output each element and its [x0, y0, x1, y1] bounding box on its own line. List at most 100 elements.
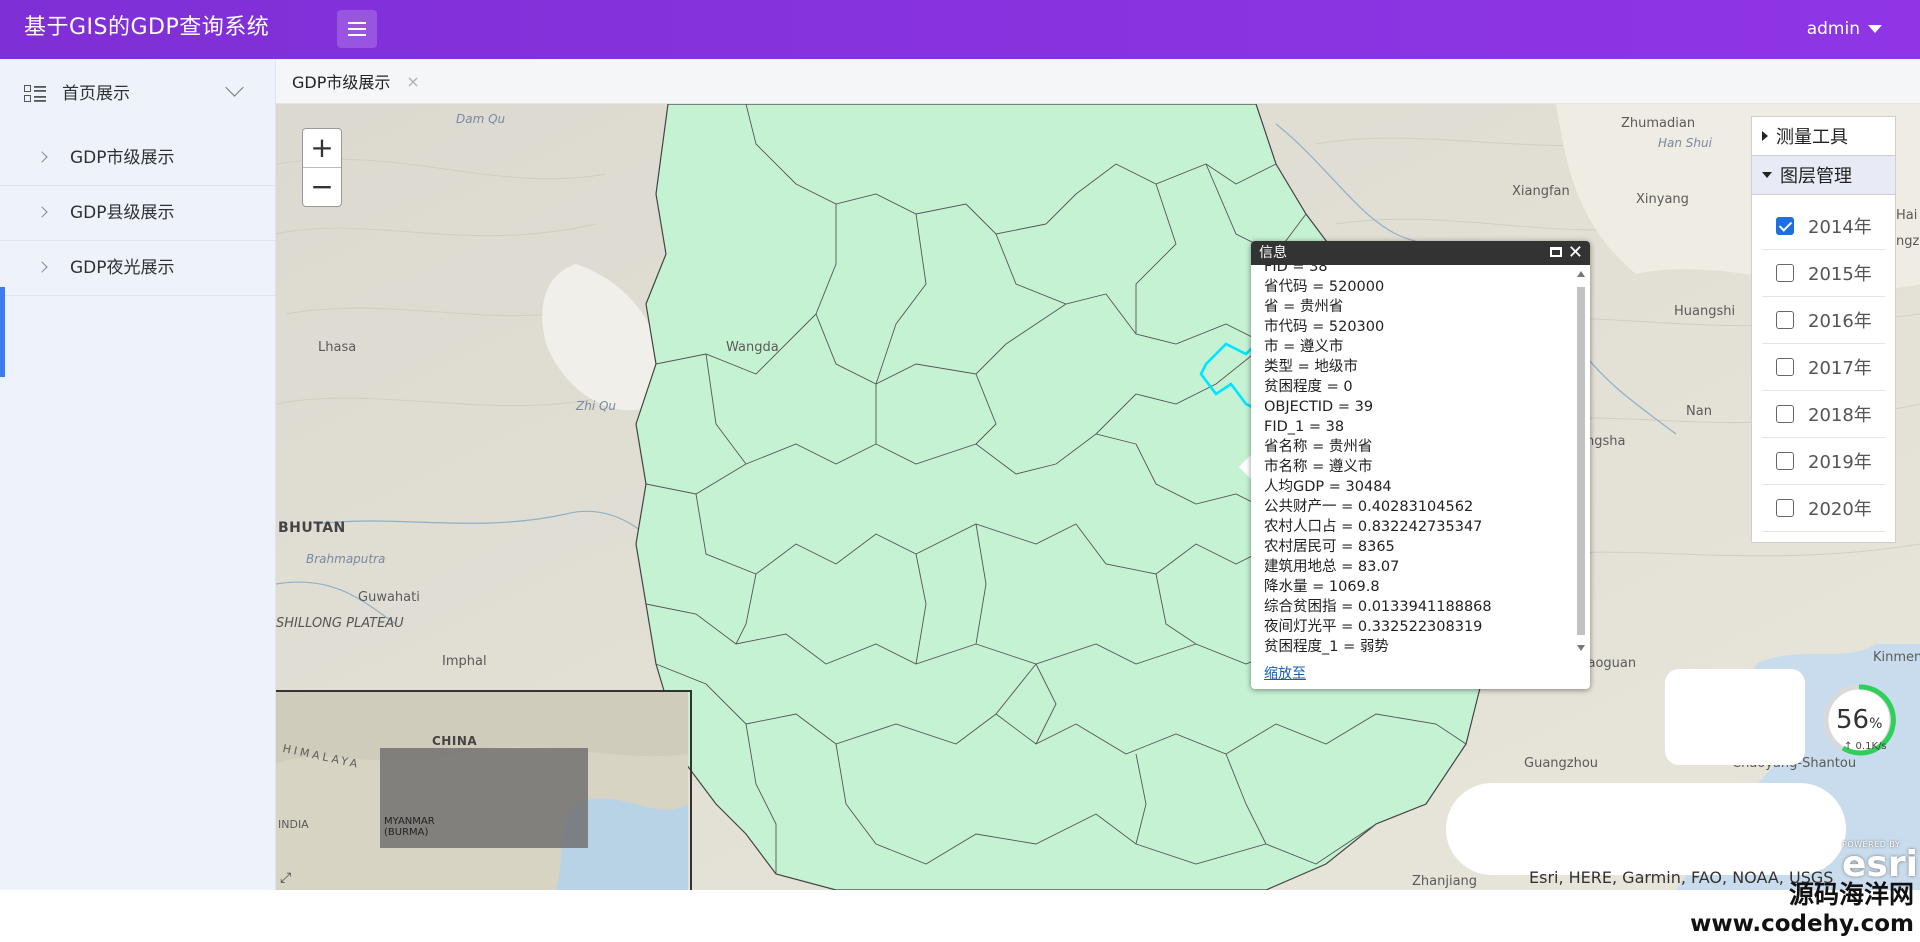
zoom-out-button[interactable]: −	[303, 167, 341, 206]
scroll-down-icon[interactable]	[1577, 645, 1585, 651]
layer-label: 2018年	[1808, 405, 1872, 426]
caret-right-icon	[1762, 131, 1768, 141]
map-label-xiangfan: Xiangfan	[1512, 184, 1570, 199]
chevron-right-icon	[36, 151, 48, 163]
map-label-bhutan: BHUTAN	[278, 520, 346, 536]
map-label-wangda: Wangda	[726, 340, 779, 355]
layer-manager-label: 图层管理	[1780, 166, 1852, 187]
map-label-zhi-qu: Zhi Qu	[576, 399, 617, 413]
layer-item-2016[interactable]: 2016年	[1762, 297, 1885, 344]
attribute-row: 农村人口占 = 0.832242735347	[1264, 519, 1483, 535]
speed-percent: 56%	[1836, 705, 1883, 735]
measure-tool-label: 测量工具	[1776, 127, 1848, 148]
blank-overlay	[1665, 669, 1805, 765]
map-label-ngsha: ngsha	[1586, 434, 1626, 449]
layer-item-2017[interactable]: 2017年	[1762, 344, 1885, 391]
attribute-row: 公共财产一 = 0.40283104562	[1264, 499, 1474, 515]
map-label-kinmen: Kinmen	[1873, 650, 1920, 665]
layer-item-2014[interactable]: 2014年	[1762, 203, 1885, 250]
measure-tool-header[interactable]: 测量工具	[1752, 117, 1895, 156]
attribute-row: OBJECTID = 39	[1264, 399, 1374, 415]
active-indicator	[0, 287, 5, 377]
sidebar-item-night-light-gdp[interactable]: GDP夜光展示	[0, 241, 275, 296]
checkbox[interactable]	[1776, 452, 1794, 470]
attribute-list: FID = 38 省代码 = 520000 省 = 贵州省 市代码 = 5203…	[1251, 265, 1590, 657]
attribute-row: 类型 = 地级市	[1264, 359, 1358, 375]
layer-label: 2017年	[1808, 358, 1872, 379]
layer-label: 2014年	[1808, 217, 1872, 238]
layer-manager-header[interactable]: 图层管理	[1752, 156, 1895, 195]
map-label-guwahati: Guwahati	[358, 590, 420, 605]
map-label-brahmaputra: Brahmaputra	[306, 552, 386, 566]
checkbox-checked[interactable]	[1776, 217, 1794, 235]
map-label-guangzhou: Guangzhou	[1524, 756, 1599, 771]
map-label-han-shui: Han Shui	[1658, 136, 1712, 150]
map-view[interactable]: Zhumadian Han Shui Xiangfan Xinyang Huan…	[276, 104, 1920, 890]
map-label-zhanjiang: Zhanjiang	[1412, 874, 1478, 889]
scroll-up-icon[interactable]	[1577, 271, 1585, 277]
sidebar-item-label: GDP市级展示	[70, 148, 175, 168]
map-label-imphal: Imphal	[442, 654, 487, 669]
close-icon[interactable]: ×	[406, 72, 419, 91]
attribute-row: 市名称 = 遵义市	[1264, 459, 1373, 475]
map-label-nan: Nan	[1686, 404, 1712, 419]
checkbox[interactable]	[1776, 499, 1794, 517]
popup-body[interactable]: FID = 38 省代码 = 520000 省 = 贵州省 市代码 = 5203…	[1251, 265, 1590, 657]
layer-item-2020[interactable]: 2020年	[1762, 485, 1885, 532]
watermark: 源码海洋网 www.codehy.com	[1690, 880, 1914, 938]
map-label-xinyang: Xinyang	[1636, 192, 1689, 207]
attribute-row: FID_1 = 38	[1264, 419, 1345, 435]
layer-item-2015[interactable]: 2015年	[1762, 250, 1885, 297]
map-label-shillong: SHILLONG PLATEAU	[276, 616, 404, 631]
user-menu[interactable]: admin	[1807, 16, 1882, 42]
close-icon[interactable]: ✕	[1568, 241, 1583, 265]
attribute-row: 人均GDP = 30484	[1264, 479, 1392, 495]
map-label-lhasa: Lhasa	[318, 340, 357, 355]
chevron-down-icon	[225, 78, 244, 97]
attribute-row: 省 = 贵州省	[1264, 299, 1344, 315]
caret-down-icon	[1762, 172, 1772, 178]
layer-item-2018[interactable]: 2018年	[1762, 391, 1885, 438]
menu-list-icon	[24, 85, 46, 102]
overview-map[interactable]: CHINA HIMALAYA INDIA MYANMAR (BURMA)	[276, 690, 692, 890]
tab-city-gdp[interactable]: GDP市级展示 ×	[276, 59, 436, 103]
tab-bar: GDP市级展示 ×	[276, 59, 1920, 104]
sidebar-item-label: GDP县级展示	[70, 203, 175, 223]
attribute-row: 市代码 = 520300	[1264, 319, 1385, 335]
checkbox[interactable]	[1776, 405, 1794, 423]
layer-label: 2016年	[1808, 311, 1872, 332]
app-title: 基于GIS的GDP查询系统	[24, 15, 270, 40]
chevron-right-icon	[36, 261, 48, 273]
popup-title: 信息	[1259, 245, 1287, 261]
tab-label: GDP市级展示	[292, 73, 391, 92]
sidebar-item-county-gdp[interactable]: GDP县级展示	[0, 186, 275, 241]
attribute-row: 市 = 遵义市	[1264, 339, 1344, 355]
chevron-right-icon	[36, 206, 48, 218]
expand-icon[interactable]: ⤢	[280, 870, 291, 886]
zoom-to-link[interactable]: 缩放至	[1264, 663, 1306, 683]
attribute-row: 综合贫困指 = 0.0133941188868	[1264, 599, 1492, 615]
layer-item-2019[interactable]: 2019年	[1762, 438, 1885, 485]
checkbox[interactable]	[1776, 264, 1794, 282]
hamburger-menu-button[interactable]	[337, 10, 377, 48]
attribute-row: 贫困程度 = 0	[1264, 379, 1353, 395]
username: admin	[1806, 19, 1860, 39]
sidebar-group-home[interactable]: 首页展示	[0, 59, 275, 131]
popup-pointer	[1239, 455, 1251, 479]
overview-label-india: INDIA	[278, 818, 309, 831]
map-label-dam-qu: Dam Qu	[456, 112, 506, 126]
attribute-row: FID = 38	[1264, 265, 1328, 275]
sidebar-item-city-gdp[interactable]: GDP市级展示	[0, 131, 275, 186]
attribute-row: 贫困程度_1 = 弱势	[1264, 639, 1389, 655]
speed-rate: ↑ 0.1K/s	[1844, 741, 1887, 752]
scroll-thumb[interactable]	[1577, 287, 1585, 635]
map-label-hai: Hai	[1896, 208, 1918, 223]
attribute-row: 降水量 = 1069.8	[1264, 579, 1380, 595]
popup-scrollbar[interactable]	[1575, 269, 1587, 653]
checkbox[interactable]	[1776, 311, 1794, 329]
sidebar-item-label: GDP夜光展示	[70, 258, 175, 278]
attribute-row: 建筑用地总 = 83.07	[1264, 559, 1400, 575]
zoom-in-button[interactable]: +	[303, 129, 341, 167]
checkbox[interactable]	[1776, 358, 1794, 376]
maximize-icon[interactable]	[1550, 247, 1562, 257]
